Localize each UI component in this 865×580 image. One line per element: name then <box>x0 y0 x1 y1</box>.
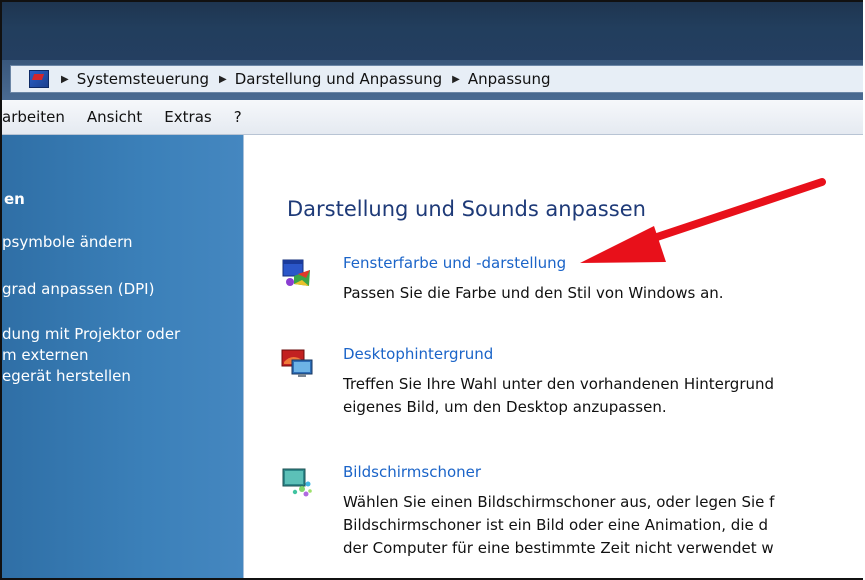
address-bar: ▶ Systemsteuerung ▶ Darstellung und Anpa… <box>2 60 863 100</box>
task-description: Passen Sie die Farbe und den Stil von Wi… <box>343 284 724 302</box>
breadcrumb-arrow-icon[interactable]: ▶ <box>61 74 69 85</box>
menu-ansicht[interactable]: Ansicht <box>87 106 142 128</box>
sidebar-link-dpi[interactable]: grad anpassen (DPI) <box>2 279 154 300</box>
title-bar <box>2 2 863 60</box>
task-link-screensaver[interactable]: Bildschirmschoner <box>343 463 481 481</box>
menu-help[interactable]: ? <box>234 106 242 128</box>
breadcrumb-item-anpassung[interactable]: Anpassung <box>468 70 551 88</box>
task-link-desktop-background[interactable]: Desktophintergrund <box>343 345 493 363</box>
window-frame: ▶ Systemsteuerung ▶ Darstellung und Anpa… <box>0 0 863 580</box>
screensaver-icon <box>282 468 312 497</box>
address-field[interactable]: ▶ Systemsteuerung ▶ Darstellung und Anpa… <box>10 65 863 93</box>
breadcrumb-arrow-icon[interactable]: ▶ <box>452 74 460 85</box>
page-title: Darstellung und Sounds anpassen <box>287 197 646 221</box>
menu-bearbeiten[interactable]: arbeiten <box>2 106 65 128</box>
task-description: Treffen Sie Ihre Wahl unter den vorhande… <box>343 375 775 416</box>
breadcrumb-item-darstellung[interactable]: Darstellung und Anpassung <box>235 70 442 88</box>
window-color-icon <box>282 259 310 286</box>
task-description: Wählen Sie einen Bildschirmschoner aus, … <box>343 493 775 557</box>
control-panel-icon <box>29 70 49 88</box>
sidebar-title: en <box>4 190 25 208</box>
task-sidebar: en psymbole ändern grad anpassen (DPI) d… <box>2 135 244 578</box>
breadcrumb-item-systemsteuerung[interactable]: Systemsteuerung <box>77 70 209 88</box>
main-content: Darstellung und Sounds anpassen Fensterf… <box>244 135 863 578</box>
menu-bar: arbeiten Ansicht Extras ? <box>2 100 863 135</box>
breadcrumb-arrow-icon[interactable]: ▶ <box>219 74 227 85</box>
menu-extras[interactable]: Extras <box>164 106 211 128</box>
desktop-background-icon <box>281 349 313 377</box>
task-link-window-color[interactable]: Fensterfarbe und -darstellung <box>343 254 566 272</box>
sidebar-link-projector[interactable]: dung mit Projektor oder m externen egerä… <box>2 324 180 387</box>
sidebar-link-desktop-icons[interactable]: psymbole ändern <box>2 232 133 253</box>
